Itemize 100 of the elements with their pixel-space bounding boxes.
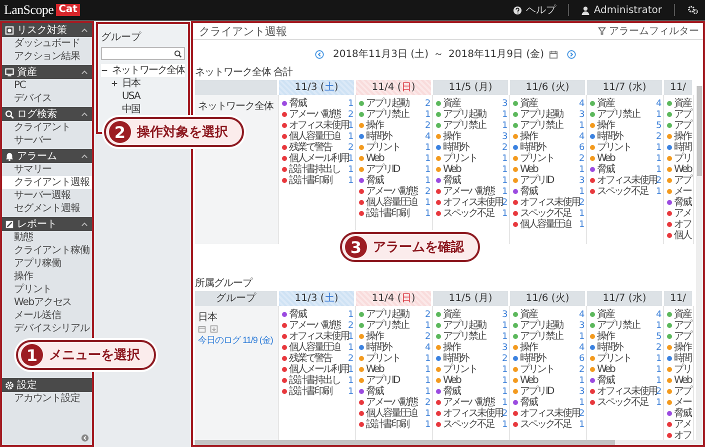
alarm-link[interactable]: 操作 bbox=[597, 331, 656, 342]
alarm-link[interactable]: プリント bbox=[443, 364, 502, 375]
alarm-link[interactable]: 操作 bbox=[597, 120, 656, 131]
sidebar-section-header[interactable]: レポート bbox=[2, 217, 92, 231]
alarm-link[interactable]: アプリ起動 bbox=[520, 320, 579, 331]
alarm-link[interactable]: 設計書印刷 bbox=[366, 208, 425, 219]
alarm-link[interactable]: アプリ禁止 bbox=[520, 331, 579, 342]
sidebar-item[interactable]: サマリー bbox=[2, 163, 92, 176]
sidebar-item[interactable]: アクション結果 bbox=[2, 50, 92, 63]
alarm-link[interactable]: プリント bbox=[520, 364, 579, 375]
alarm-link[interactable]: メー bbox=[674, 397, 691, 408]
alarm-link[interactable]: 時間 bbox=[674, 142, 691, 153]
alarm-link[interactable]: アプリ起動 bbox=[366, 309, 425, 320]
help-link[interactable]: ヘルプ bbox=[526, 3, 556, 17]
alarm-link[interactable]: アプリ禁止 bbox=[520, 120, 579, 131]
alarm-link[interactable]: 時間外 bbox=[520, 353, 579, 364]
alarm-link[interactable]: Web bbox=[366, 153, 425, 164]
alarm-link[interactable]: プリ bbox=[674, 153, 691, 164]
alarm-link[interactable]: オフィス未使用 bbox=[443, 197, 502, 208]
alarm-link[interactable]: アプリID bbox=[520, 386, 579, 397]
alarm-link[interactable]: 設計書持出し bbox=[289, 164, 348, 175]
sidebar-item[interactable]: ダッシュボード bbox=[2, 37, 92, 50]
alarm-link[interactable]: 脅威 bbox=[674, 408, 691, 419]
sidebar-item[interactable]: クライアント稼働 bbox=[2, 244, 92, 257]
alarm-link[interactable]: アプ bbox=[674, 120, 691, 131]
alarm-link[interactable]: 脅威 bbox=[597, 375, 656, 386]
alarm-link[interactable]: 残業で警告 bbox=[289, 142, 348, 153]
alarm-link[interactable]: アメーバ動態 bbox=[289, 320, 348, 331]
alarm-link[interactable]: アプリID bbox=[366, 375, 425, 386]
alarm-link[interactable]: 設計書印刷 bbox=[289, 175, 348, 186]
next-icon[interactable] bbox=[567, 50, 576, 58]
alarm-link[interactable]: 残業で警告 bbox=[289, 353, 348, 364]
sidebar-item[interactable]: クライアント週報 bbox=[2, 176, 92, 189]
toggle-icon[interactable] bbox=[101, 67, 108, 74]
sidebar-item[interactable]: プリント bbox=[2, 283, 92, 296]
alarm-link[interactable]: 資産 bbox=[674, 98, 691, 109]
sidebar-section-header[interactable]: リスク対策 bbox=[2, 23, 92, 37]
alarm-link[interactable]: 個人メール利用 bbox=[289, 153, 348, 164]
sidebar-item[interactable]: デバイスシリアル bbox=[2, 322, 92, 335]
vertical-scrollbar[interactable] bbox=[696, 86, 703, 440]
sidebar-item[interactable]: アプリ稼働 bbox=[2, 257, 92, 270]
sidebar-section-header[interactable]: 資産 bbox=[2, 65, 92, 79]
settings-icon[interactable] bbox=[687, 5, 699, 15]
alarm-link[interactable]: 脅威 bbox=[289, 309, 348, 320]
alarm-filter-link[interactable]: アラームフィルター bbox=[609, 24, 699, 38]
alarm-link[interactable]: アメーバ動態 bbox=[289, 109, 348, 120]
todays-log-link[interactable]: 今日のログ 11/9 (金) bbox=[198, 334, 273, 346]
alarm-link[interactable]: 資産 bbox=[443, 98, 502, 109]
alarm-link[interactable]: 設計書印刷 bbox=[289, 386, 348, 397]
alarm-link[interactable]: アプリ禁止 bbox=[443, 331, 502, 342]
alarm-link[interactable]: アプリ起動 bbox=[443, 109, 502, 120]
alarm-link[interactable]: オフィス未使用 bbox=[443, 408, 502, 419]
alarm-link[interactable]: 脅威 bbox=[520, 186, 579, 197]
tree-node[interactable]: 中国 bbox=[122, 103, 140, 116]
alarm-link[interactable]: 個人メール利用 bbox=[289, 364, 348, 375]
sidebar-item[interactable]: 操作 bbox=[2, 270, 92, 283]
alarm-link[interactable]: オフィス未使用 bbox=[597, 175, 656, 186]
alarm-link[interactable]: アプ bbox=[674, 175, 691, 186]
alarm-link[interactable]: 個人容量圧迫 bbox=[366, 408, 425, 419]
alarm-link[interactable]: オフィス未使用 bbox=[597, 386, 656, 397]
alarm-link[interactable]: アプ bbox=[674, 386, 691, 397]
alarm-link[interactable]: 時間外 bbox=[520, 142, 579, 153]
search-field[interactable] bbox=[101, 47, 185, 60]
alarm-link[interactable]: プリント bbox=[366, 142, 425, 153]
sidebar-section-header[interactable]: ログ検索 bbox=[2, 107, 92, 121]
alarm-link[interactable]: プリント bbox=[443, 153, 502, 164]
calendar-icon[interactable] bbox=[198, 325, 206, 333]
alarm-link[interactable]: 資産 bbox=[443, 309, 502, 320]
sidebar-item[interactable]: アカウント設定 bbox=[2, 392, 92, 405]
alarm-link[interactable]: オフィス未使用 bbox=[289, 120, 348, 131]
alarm-link[interactable]: スペック不足 bbox=[443, 208, 502, 219]
alarm-link[interactable]: Web bbox=[443, 375, 502, 386]
alarm-link[interactable]: アプリ禁止 bbox=[597, 320, 656, 331]
alarm-link[interactable]: 脅威 bbox=[597, 164, 656, 175]
alarm-link[interactable]: 設計書印刷 bbox=[366, 419, 425, 430]
alarm-link[interactable]: 個人 bbox=[674, 230, 691, 241]
alarm-link[interactable]: メー bbox=[674, 186, 691, 197]
alarm-link[interactable]: 脅威 bbox=[443, 175, 502, 186]
alarm-link[interactable]: アメーバ動態 bbox=[366, 186, 425, 197]
alarm-link[interactable]: アプリ禁止 bbox=[443, 120, 502, 131]
sidebar-section-header[interactable]: 設定 bbox=[2, 378, 92, 392]
alarm-link[interactable]: Web bbox=[520, 164, 579, 175]
alarm-link[interactable]: スペック不足 bbox=[597, 186, 656, 197]
alarm-link[interactable]: Web bbox=[366, 364, 425, 375]
alarm-link[interactable]: 時間外 bbox=[366, 342, 425, 353]
alarm-link[interactable]: アプリID bbox=[520, 175, 579, 186]
alarm-link[interactable]: 操作 bbox=[443, 342, 502, 353]
sidebar-item[interactable]: クライアント bbox=[2, 121, 92, 134]
alarm-link[interactable]: Web bbox=[520, 375, 579, 386]
sidebar-item[interactable]: Webアクセス bbox=[2, 296, 92, 309]
collapse-icon[interactable] bbox=[81, 434, 89, 442]
horizontal-scrollbar[interactable] bbox=[193, 440, 703, 445]
alarm-link[interactable]: 資産 bbox=[520, 98, 579, 109]
alarm-link[interactable]: アプリID bbox=[366, 164, 425, 175]
alarm-link[interactable]: スペック不足 bbox=[520, 208, 579, 219]
alarm-link[interactable]: アメーバ動態 bbox=[443, 186, 502, 197]
alarm-link[interactable]: 時間外 bbox=[597, 342, 656, 353]
alarm-link[interactable]: スペック不足 bbox=[520, 419, 579, 430]
alarm-link[interactable]: 資産 bbox=[597, 309, 656, 320]
alarm-link[interactable]: アプリ起動 bbox=[366, 98, 425, 109]
